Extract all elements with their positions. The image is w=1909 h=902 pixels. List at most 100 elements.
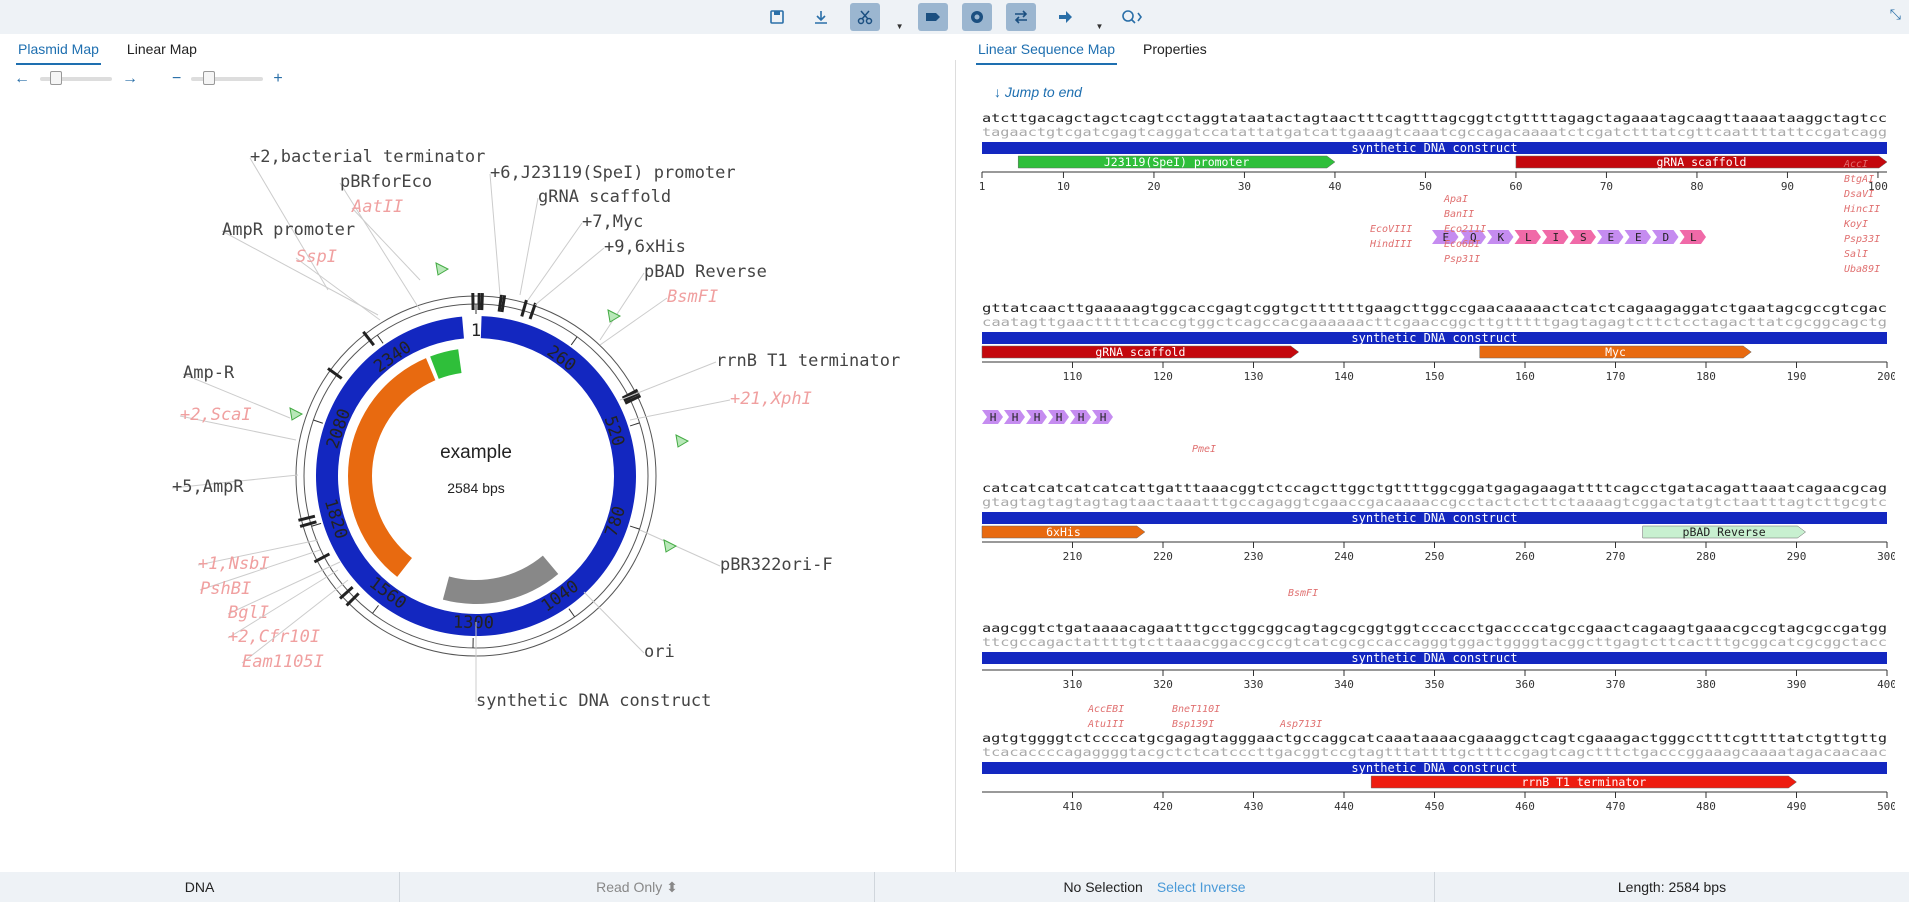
linear-sequence-map[interactable]: BglIINheIAvrIIBlnIBspA2IEcoT14ISpeIatctt… <box>960 110 1895 870</box>
feature-label: gRNA scaffold <box>1095 345 1185 359</box>
label-leader <box>583 591 645 654</box>
enzyme-label: Asp713I <box>1279 719 1322 730</box>
amino-acid-label: D <box>1662 231 1669 244</box>
label-leader <box>221 230 379 316</box>
axis-tick-label: 390 <box>1787 678 1807 691</box>
zoom-out-icon[interactable]: − <box>172 70 181 88</box>
search-icon[interactable] <box>1117 3 1147 31</box>
label-leader <box>534 247 605 306</box>
primer-marker <box>663 539 678 553</box>
sequence-top: atcttgacagctagctcagtcctaggtataatactagtaa… <box>982 112 1887 125</box>
axis-tick-label: 120 <box>1153 370 1173 383</box>
swap-icon[interactable] <box>1005 3 1036 31</box>
feature-label: AatII <box>351 197 403 217</box>
zoom-in-icon[interactable]: + <box>273 70 282 88</box>
chevron-down-icon[interactable]: ▼ <box>1096 22 1104 31</box>
cut-site-mark <box>313 552 331 564</box>
primer-marker <box>289 407 304 421</box>
minimize-icon[interactable]: ⤡ <box>1890 6 1901 23</box>
label-leader <box>489 173 501 296</box>
axis-tick-label: 150 <box>1425 370 1445 383</box>
toolbar: ▼ ▼ ⤡ <box>0 0 1909 34</box>
construct-label: synthetic DNA construct <box>1351 651 1517 665</box>
enzyme-label: AccI <box>1843 159 1868 170</box>
feature-label: J23119(SpeI) promoter <box>1104 155 1249 169</box>
amino-acid-label: H <box>1056 411 1063 424</box>
axis-tick-label: 170 <box>1606 370 1626 383</box>
axis-tick-label: 230 <box>1244 550 1264 563</box>
enzyme-label: EcoVIII <box>1370 224 1412 235</box>
feature-label: +7,Myc <box>582 212 643 232</box>
pane-divider[interactable] <box>955 60 956 872</box>
arrow-right-icon[interactable] <box>1050 3 1080 31</box>
axis-tick-label: 280 <box>1696 550 1716 563</box>
tab-properties[interactable]: Properties <box>1141 35 1209 65</box>
axis-tick-label: 320 <box>1153 678 1173 691</box>
feature-label: +2,ScaI <box>180 405 252 425</box>
enzyme-label: Uba89I <box>1844 264 1880 275</box>
feature-label: PshBI <box>200 579 251 599</box>
feature-label: rrnB T1 terminator <box>1522 775 1647 789</box>
feature-label: BsmFI <box>667 287 718 307</box>
tag-icon[interactable] <box>917 3 948 31</box>
enzyme-label: Eco211I <box>1444 224 1486 235</box>
axis-tick-label: 10 <box>1057 180 1070 193</box>
rotate-slider[interactable] <box>40 71 112 85</box>
feature-label: pBR322ori-F <box>720 555 833 575</box>
amino-acid-label: H <box>990 411 997 424</box>
arrow-left-icon[interactable]: ← <box>14 70 30 88</box>
feature-label: gRNA scaffold <box>1656 155 1746 169</box>
axis-tick-label: 50 <box>1419 180 1432 193</box>
plasmid-length: 2584 bps <box>447 480 505 496</box>
tab-plasmid-map[interactable]: Plasmid Map <box>16 35 101 65</box>
amino-acid-label: L <box>1525 231 1532 244</box>
axis-tick-label: 500 <box>1877 800 1895 813</box>
label-leader <box>639 529 721 567</box>
axis-tick-label: 340 <box>1334 678 1354 691</box>
jump-to-end-link[interactable]: ↓ Jump to end <box>994 84 1082 100</box>
download-icon[interactable] <box>806 3 836 31</box>
axis-tick-label: 470 <box>1606 800 1626 813</box>
primer-marker <box>675 434 690 448</box>
enzyme-label: KoyI <box>1843 219 1868 230</box>
tick-mark <box>570 336 578 346</box>
feature-label: gRNA scaffold <box>538 187 671 207</box>
feature-label: +5,AmpR <box>172 477 244 497</box>
axis-tick-label: 240 <box>1334 550 1354 563</box>
feature-label: +1,NsbI <box>198 554 270 574</box>
save-icon[interactable] <box>762 3 792 31</box>
label-leader <box>295 257 381 321</box>
feature-label: +21,XphI <box>730 389 812 409</box>
cut-icon[interactable] <box>849 3 880 31</box>
feature-label: +2,Cfr10I <box>228 627 320 647</box>
feature-label: +9,6xHis <box>604 237 686 257</box>
label-leader <box>351 207 421 281</box>
tick-label: 1300 <box>453 613 494 634</box>
tick-label: 780 <box>602 504 631 539</box>
amino-acid-label: H <box>1100 411 1107 424</box>
zoom-controls: ← → − + <box>14 70 283 88</box>
plasmid-map[interactable]: 1260520780104013001560182020802340 examp… <box>0 100 950 760</box>
sequence-top: agtgtggggtctccccatgcgagagtagggaactgccagg… <box>982 732 1887 745</box>
enzyme-label: Bsp139I <box>1172 719 1214 730</box>
tab-linear-sequence-map[interactable]: Linear Sequence Map <box>976 35 1117 65</box>
cut-site-mark <box>480 293 484 311</box>
enzyme-label: Psp31I <box>1444 254 1480 265</box>
status-bar: DNA Read Only ⬍ No Selection Select Inve… <box>0 872 1909 902</box>
tab-linear-map[interactable]: Linear Map <box>125 35 199 65</box>
select-inverse-link[interactable]: Select Inverse <box>1157 879 1246 895</box>
arrow-right-icon[interactable]: → <box>122 70 138 88</box>
construct-label: synthetic DNA construct <box>1351 331 1517 345</box>
axis-tick-label: 160 <box>1515 370 1535 383</box>
feature-label: pBAD Reverse <box>1683 525 1766 539</box>
chevron-down-icon[interactable]: ▼ <box>896 22 904 31</box>
axis-tick-label: 490 <box>1787 800 1807 813</box>
zoom-slider[interactable] <box>191 71 264 85</box>
feature-label: Eam1105I <box>242 652 324 672</box>
tick-mark <box>629 525 640 530</box>
circular-icon[interactable] <box>961 3 992 31</box>
amino-acid-label: L <box>1690 231 1697 244</box>
axis-tick-label: 420 <box>1153 800 1173 813</box>
read-only-select[interactable]: Read Only ⬍ <box>400 872 875 902</box>
left-tabs: Plasmid Map Linear Map <box>16 35 199 65</box>
